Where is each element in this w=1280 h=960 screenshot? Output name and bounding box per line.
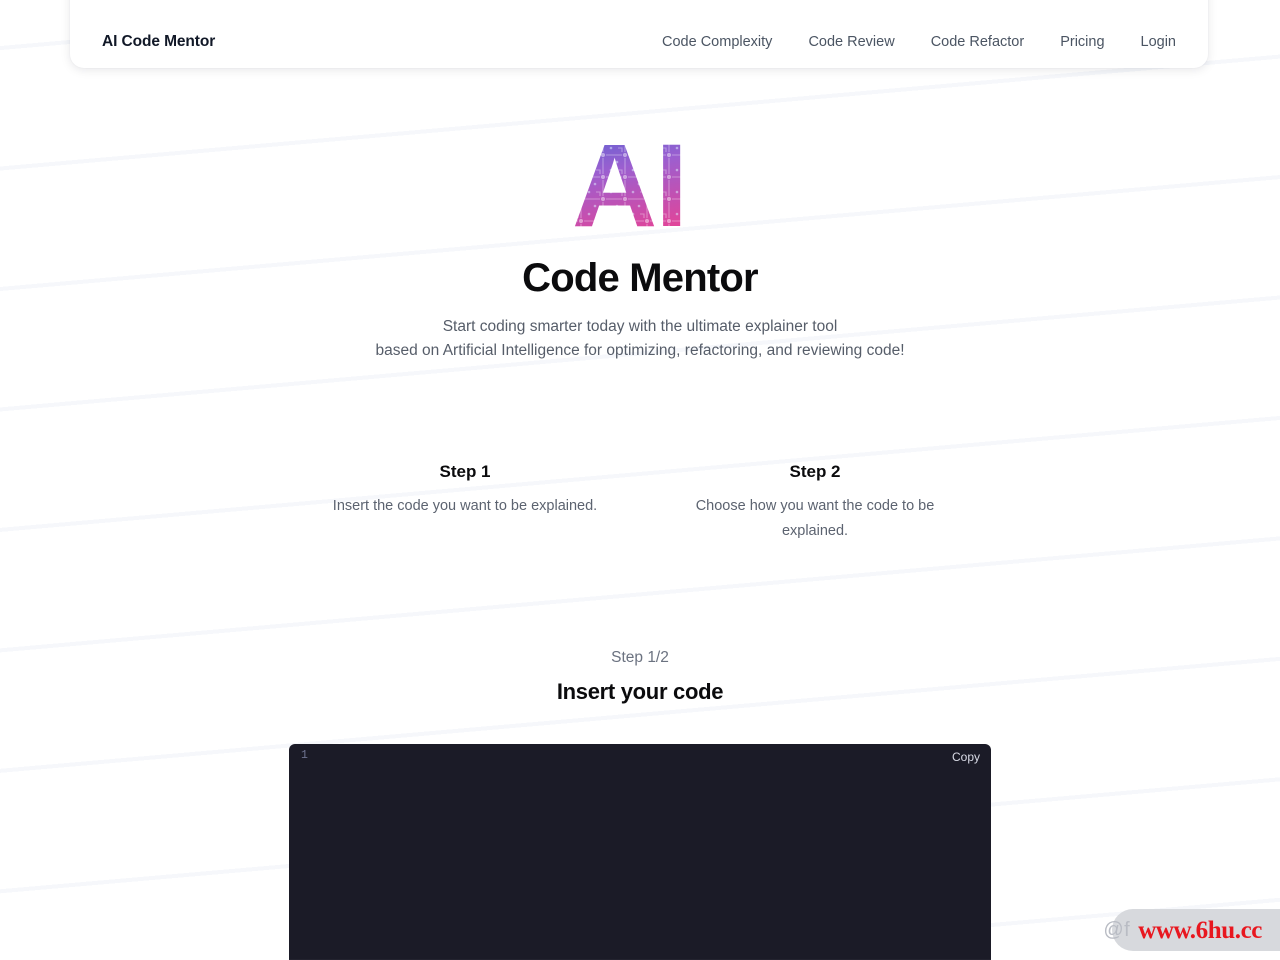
site-header: AI Code Mentor Code Complexity Code Revi… <box>70 0 1208 68</box>
code-editor-toolbar: 1 Copy <box>289 744 991 772</box>
step-1-description: Insert the code you want to be explained… <box>332 498 598 515</box>
hero-subtitle-line-2: based on Artificial Intelligence for opt… <box>375 341 905 359</box>
ai-logo-icon: AI <box>570 122 710 240</box>
main-content: AI Code Mentor Start coding smarter toda… <box>0 0 1280 960</box>
steps-section: Step 1 Insert the code you want to be ex… <box>0 462 1280 543</box>
copy-button[interactable]: Copy <box>949 749 983 767</box>
step-2-description: Choose how you want the code to be expla… <box>695 498 935 539</box>
ai-logo: AI <box>0 118 1280 244</box>
step-2-title: Step 2 <box>789 462 841 481</box>
nav-link-code-refactor[interactable]: Code Refactor <box>931 34 1025 50</box>
step-card-1: Step 1 Insert the code you want to be ex… <box>324 462 606 543</box>
code-input-heading: Insert your code <box>556 679 724 705</box>
line-number-1: 1 <box>301 749 308 762</box>
nav-link-code-complexity[interactable]: Code Complexity <box>662 34 772 50</box>
code-input-section: Step 1/2 Insert your code 1 Copy <box>0 648 1280 960</box>
nav-link-code-review[interactable]: Code Review <box>808 34 894 50</box>
step-card-2: Step 2 Choose how you want the code to b… <box>674 462 956 543</box>
nav-link-pricing[interactable]: Pricing <box>1060 34 1104 50</box>
code-editor[interactable]: 1 Copy <box>289 744 991 960</box>
step-1-title: Step 1 <box>439 462 491 481</box>
nav-link-login[interactable]: Login <box>1141 34 1176 50</box>
brand-logo-text[interactable]: AI Code Mentor <box>102 33 215 55</box>
hero-section: AI Code Mentor Start coding smarter toda… <box>0 118 1280 363</box>
step-counter: Step 1/2 <box>611 649 669 666</box>
main-navigation: Code Complexity Code Review Code Refacto… <box>662 34 1176 55</box>
hero-subtitle-line-1: Start coding smarter today with the ulti… <box>442 317 838 335</box>
page-title: Code Mentor <box>522 256 758 300</box>
code-input-textarea[interactable] <box>289 772 991 960</box>
hero-subtitle: Start coding smarter today with the ulti… <box>0 315 1280 363</box>
